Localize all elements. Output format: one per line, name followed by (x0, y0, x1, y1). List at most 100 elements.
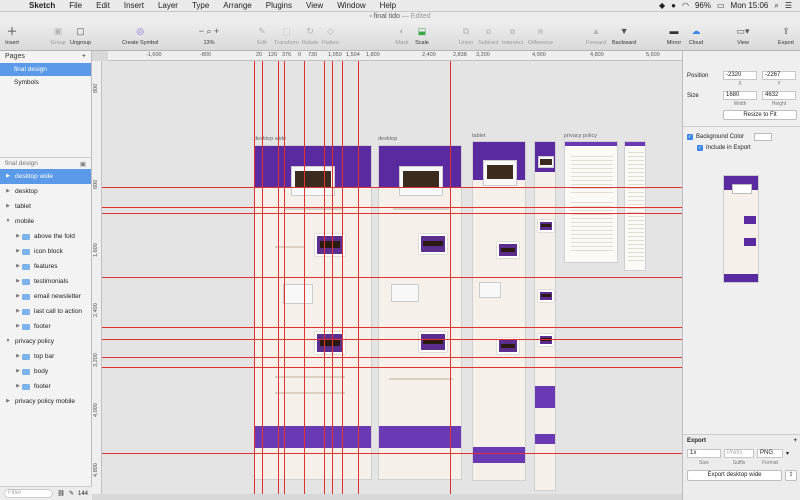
export-artboard-button[interactable]: Export desktop wide (687, 470, 782, 481)
guide-line[interactable] (102, 339, 682, 340)
artboard-label-privacy-policy[interactable]: privacy policy (564, 133, 597, 139)
layer-row[interactable]: ▶ footer (0, 319, 91, 334)
add-export-icon[interactable]: + (793, 438, 797, 444)
disclosure-closed-icon[interactable]: ▶ (4, 184, 12, 199)
guide-line[interactable] (324, 61, 325, 494)
disclosure-closed-icon[interactable]: ▶ (14, 304, 22, 319)
guide-line[interactable] (102, 453, 682, 454)
export-format-select[interactable]: PNG (757, 449, 783, 458)
resize-to-fit-button[interactable]: Resize to Fit (723, 110, 797, 120)
flatten-button[interactable]: ◇ Flatten (322, 24, 339, 47)
export-suffix-input[interactable]: Prefix (724, 449, 754, 458)
wifi-icon[interactable]: ◠ (682, 1, 689, 10)
transform-button[interactable]: ⬚ Transform (274, 24, 299, 47)
horizontal-ruler[interactable]: -1,600 -800 20 120 376 0 730 1,050 1,504… (108, 51, 682, 61)
export-scale-select[interactable]: 1x (687, 449, 721, 458)
scale-button[interactable]: ⬓ Scale (414, 24, 430, 47)
menu-arrange[interactable]: Arrange (216, 1, 258, 10)
layer-row[interactable]: ▶ footer (0, 379, 91, 394)
guide-line[interactable] (304, 61, 305, 494)
mirror-button[interactable]: ▬ Mirror (666, 24, 682, 46)
disclosure-open-icon[interactable]: ▼ (4, 334, 12, 349)
disclosure-closed-icon[interactable]: ▶ (14, 274, 22, 289)
position-x-field[interactable]: -2320 (723, 71, 757, 80)
group-button[interactable]: ▣ Group (50, 24, 66, 47)
disclosure-closed-icon[interactable]: ▶ (4, 394, 12, 409)
guide-line[interactable] (102, 187, 682, 188)
guide-line[interactable] (102, 357, 682, 358)
share-icon[interactable]: ⇪ (785, 470, 797, 481)
artboard-label-desktop-wide[interactable]: desktop wide (254, 136, 286, 142)
include-export-row[interactable]: ✓ Include in Export (697, 145, 751, 151)
disclosure-closed-icon[interactable]: ▶ (4, 169, 12, 184)
artboard-desktop-wide[interactable] (254, 145, 372, 480)
menu-edit[interactable]: Edit (89, 1, 117, 10)
layer-row[interactable]: ▶ icon block (0, 244, 91, 259)
menu-view[interactable]: View (299, 1, 330, 10)
menu-type[interactable]: Type (185, 1, 216, 10)
guide-line[interactable] (342, 61, 343, 494)
disclosure-closed-icon[interactable]: ▶ (14, 349, 22, 364)
guide-line[interactable] (102, 327, 682, 328)
link-icon[interactable]: ⛓ (57, 490, 65, 497)
disclosure-closed-icon[interactable]: ▶ (4, 199, 12, 214)
filter-input[interactable]: Filter (4, 489, 54, 498)
position-y-field[interactable]: -2267 (762, 71, 796, 80)
disclosure-closed-icon[interactable]: ▶ (14, 229, 22, 244)
menu-file[interactable]: File (62, 1, 89, 10)
menu-insert[interactable]: Insert (117, 1, 151, 10)
menu-layer[interactable]: Layer (151, 1, 185, 10)
battery-icon[interactable]: ▭ (717, 1, 725, 10)
menu-window[interactable]: Window (330, 1, 372, 10)
cloud-button[interactable]: ☁ Cloud (688, 24, 704, 47)
page-item[interactable]: final design (0, 63, 91, 76)
edit-icon[interactable]: ✎ (69, 490, 74, 497)
spotlight-icon[interactable]: ⌕ (774, 1, 778, 11)
export-toolbar-button[interactable]: ⇪ Export (778, 24, 794, 47)
disclosure-closed-icon[interactable]: ▶ (14, 289, 22, 304)
artboard-mobile[interactable] (534, 141, 556, 491)
clock[interactable]: Mon 15:06 (731, 1, 769, 10)
guide-line[interactable] (102, 277, 682, 278)
intersect-button[interactable]: ⧇ Intersect (502, 24, 523, 47)
layer-row[interactable]: ▶ above the fold (0, 229, 91, 244)
guide-line[interactable] (102, 207, 682, 208)
layer-row[interactable]: ▶ last call to action (0, 304, 91, 319)
layer-row[interactable]: ▶ testimonials (0, 274, 91, 289)
width-field[interactable]: 1680 (723, 91, 757, 100)
layer-row[interactable]: ▶ features (0, 259, 91, 274)
mask-button[interactable]: ◐ Mask (394, 24, 410, 46)
guide-line[interactable] (358, 61, 359, 494)
backward-button[interactable]: ▼ Backward (612, 24, 636, 46)
guide-line[interactable] (262, 61, 263, 494)
guide-line[interactable] (278, 61, 279, 494)
disclosure-closed-icon[interactable]: ▶ (14, 319, 22, 334)
disclosure-closed-icon[interactable]: ▶ (14, 259, 22, 274)
layer-row[interactable]: ▼ privacy policy (0, 334, 91, 349)
artboard-privacy-policy[interactable] (564, 141, 618, 263)
app-status-icon[interactable]: ● (671, 1, 676, 10)
guide-line[interactable] (284, 61, 285, 494)
menu-app[interactable]: Sketch (22, 1, 62, 10)
battery-percent[interactable]: 96% (695, 1, 711, 10)
layer-row[interactable]: ▶ tablet (0, 199, 91, 214)
edit-button[interactable]: ✎ Edit (254, 24, 270, 47)
collapse-layers-icon[interactable]: ▣ (80, 160, 86, 168)
disclosure-closed-icon[interactable]: ▶ (14, 379, 22, 394)
disclosure-closed-icon[interactable]: ▶ (14, 364, 22, 379)
layer-row[interactable]: ▶ privacy policy mobile (0, 394, 91, 409)
canvas[interactable]: desktop wide desktop tablet privacy poli… (102, 61, 682, 494)
layer-row[interactable]: ▶ body (0, 364, 91, 379)
guide-line[interactable] (102, 367, 682, 368)
ungroup-button[interactable]: ▢ Ungroup (70, 24, 91, 47)
layer-row[interactable]: ▶ desktop (0, 184, 91, 199)
layer-row[interactable]: ▼ mobile (0, 214, 91, 229)
menu-help[interactable]: Help (373, 1, 403, 10)
height-field[interactable]: 4632 (762, 91, 796, 100)
guide-line[interactable] (254, 61, 255, 494)
add-page-icon[interactable]: + (82, 53, 86, 61)
artboard-label-desktop[interactable]: desktop (378, 136, 397, 142)
rotate-button[interactable]: ↻ Rotate (302, 24, 318, 47)
artboard-label-tablet[interactable]: tablet (472, 133, 485, 139)
notification-center-icon[interactable]: ☰ (785, 1, 792, 10)
